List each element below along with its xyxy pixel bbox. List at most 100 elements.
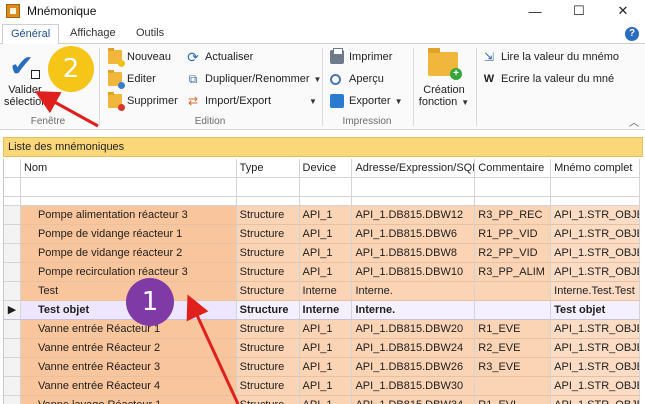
cell-nom[interactable]: Pompe recirculation réacteur 3 xyxy=(20,263,237,282)
maximize-button[interactable]: ☐ xyxy=(557,0,601,22)
ecrire-valeur-button[interactable]: W Ecrire la valeur du mné xyxy=(482,70,614,88)
row-indicator[interactable] xyxy=(4,263,21,282)
cell-adresse[interactable]: API_1.DB815.DBW24 xyxy=(352,339,476,358)
cell-nom[interactable]: Vanne entrée Réacteur 4 xyxy=(20,377,237,396)
cell-adresse[interactable]: API_1.DB815.DBW10 xyxy=(352,263,476,282)
cell-nom[interactable]: Pompe de vidange réacteur 2 xyxy=(20,244,237,263)
cell-device[interactable]: API_1 xyxy=(299,244,353,263)
cell-commentaire[interactable]: R1_EVL xyxy=(475,396,552,404)
cell-adresse[interactable]: API_1.DB815.DBW34 xyxy=(352,396,476,404)
table-row[interactable]: Vanne entrée Réacteur 4 Structure API_1 API… xyxy=(4,377,640,396)
cell-nom[interactable]: Pompe alimentation réacteur 3 xyxy=(20,206,237,225)
cell-device[interactable]: API_1 xyxy=(299,339,353,358)
cell-mnemo[interactable]: API_1.STR_OBJET xyxy=(551,244,640,263)
table-row[interactable]: Pompe alimentation réacteur 3 Structure AP… xyxy=(4,206,640,225)
cell-commentaire[interactable] xyxy=(475,301,552,320)
tab-affichage[interactable]: Affichage xyxy=(62,24,124,44)
apercu-button[interactable]: Aperçu xyxy=(330,70,384,88)
cell-device[interactable]: API_1 xyxy=(299,358,353,377)
cell-mnemo[interactable]: API_1.STR_OBJET xyxy=(551,320,640,339)
cell-device[interactable]: Interne xyxy=(299,301,353,320)
cell-mnemo[interactable]: API_1.STR_OBJET xyxy=(551,377,640,396)
filter-device-input[interactable] xyxy=(299,178,353,197)
cell-type[interactable]: Structure xyxy=(236,225,300,244)
cell-mnemo[interactable]: API_1.STR_OBJET xyxy=(551,225,640,244)
cell-device[interactable]: API_1 xyxy=(299,206,353,225)
cell-adresse[interactable]: API_1.DB815.DBW12 xyxy=(352,206,476,225)
dupliquer-renommer-button[interactable]: ⧉ Dupliquer/Renommer ▼ xyxy=(186,70,322,88)
cell-commentaire[interactable]: R1_EVE xyxy=(475,320,552,339)
supprimer-button[interactable]: Supprimer xyxy=(108,92,178,111)
cell-mnemo[interactable]: API_1.STR_OBJET xyxy=(551,206,640,225)
actualiser-button[interactable]: ⟳ Actualiser xyxy=(186,48,253,66)
table-row[interactable]: Vanne entrée Réacteur 1 Structure API_1 API… xyxy=(4,320,640,339)
collapse-ribbon-icon[interactable]: ︿ xyxy=(629,114,639,129)
cell-device[interactable]: API_1 xyxy=(299,225,353,244)
filter-type-input[interactable] xyxy=(236,178,300,197)
cell-type[interactable]: Structure xyxy=(236,244,300,263)
cell-device[interactable]: API_1 xyxy=(299,396,353,404)
table-row[interactable]: Vanne entrée Réacteur 2 Structure API_1 API… xyxy=(4,339,640,358)
imprimer-button[interactable]: Imprimer xyxy=(330,48,392,66)
cell-adresse[interactable]: Interne. xyxy=(352,301,476,320)
cell-type[interactable]: Structure xyxy=(236,282,300,301)
row-indicator[interactable] xyxy=(4,206,21,225)
cell-type[interactable]: Structure xyxy=(236,206,300,225)
row-indicator[interactable] xyxy=(4,244,21,263)
cell-commentaire[interactable]: R3_PP_REC xyxy=(475,206,552,225)
column-header-type[interactable]: Type xyxy=(236,159,300,178)
filter-adresse-input[interactable] xyxy=(352,178,476,197)
cell-adresse[interactable]: API_1.DB815.DBW30 xyxy=(352,377,476,396)
column-header-nom[interactable]: Nom xyxy=(20,159,237,178)
table-row[interactable]: Pompe recirculation réacteur 3 Structure A… xyxy=(4,263,640,282)
cell-commentaire[interactable] xyxy=(475,282,552,301)
cell-mnemo[interactable]: API_1.STR_OBJET xyxy=(551,396,640,404)
cell-mnemo[interactable]: API_1.STR_OBJET xyxy=(551,339,640,358)
cell-type[interactable]: Structure xyxy=(236,263,300,282)
cell-commentaire[interactable]: R3_PP_ALIM xyxy=(475,263,552,282)
cell-adresse[interactable]: API_1.DB815.DBW6 xyxy=(352,225,476,244)
column-header-mnemo[interactable]: Mnémo complet xyxy=(551,159,640,178)
row-indicator[interactable] xyxy=(4,282,21,301)
cell-commentaire[interactable]: R3_EVE xyxy=(475,358,552,377)
table-row-selected[interactable]: ▶ Test objet Structure Interne Interne. Test … xyxy=(4,301,640,320)
cell-adresse[interactable]: API_1.DB815.DBW8 xyxy=(352,244,476,263)
cell-type[interactable]: Structure xyxy=(236,339,300,358)
tab-outils[interactable]: Outils xyxy=(128,24,172,44)
cell-device[interactable]: API_1 xyxy=(299,263,353,282)
cell-commentaire[interactable]: R1_PP_VID xyxy=(475,225,552,244)
table-row[interactable]: Pompe de vidange réacteur 1 Structure API_… xyxy=(4,225,640,244)
cell-nom[interactable]: Vanne lavage Réacteur 1 xyxy=(20,396,237,404)
nouveau-button[interactable]: Nouveau xyxy=(108,48,171,67)
cell-type[interactable]: Structure xyxy=(236,301,300,320)
cell-adresse[interactable]: API_1.DB815.DBW20 xyxy=(352,320,476,339)
filter-commentaire-input[interactable] xyxy=(475,178,552,197)
cell-device[interactable]: API_1 xyxy=(299,377,353,396)
lire-valeur-button[interactable]: ⇲ Lire la valeur du mnémo xyxy=(482,48,619,66)
creation-fonction-button[interactable]: Création fonction ▼ xyxy=(416,84,472,109)
cell-type[interactable]: Structure xyxy=(236,320,300,339)
column-header-commentaire[interactable]: Commentaire xyxy=(475,159,552,178)
row-indicator[interactable] xyxy=(4,225,21,244)
cell-mnemo[interactable]: Test objet xyxy=(551,301,640,320)
column-header-device[interactable]: Device xyxy=(299,159,353,178)
minimize-button[interactable]: — xyxy=(513,0,557,22)
row-indicator[interactable] xyxy=(4,377,21,396)
cell-mnemo[interactable]: Interne.Test.Test xyxy=(551,282,640,301)
row-indicator[interactable]: ▶ xyxy=(4,301,21,320)
table-row[interactable]: Vanne entrée Réacteur 3 Structure API_1 API… xyxy=(4,358,640,377)
valider-selection-button[interactable]: Valider sélection xyxy=(4,84,47,108)
import-export-button[interactable]: ⇄ Import/Export ▼ xyxy=(186,92,317,110)
cell-type[interactable]: Structure xyxy=(236,396,300,404)
cell-adresse[interactable]: API_1.DB815.DBW26 xyxy=(352,358,476,377)
filter-nom-input[interactable] xyxy=(20,178,237,197)
filter-mnemo-input[interactable] xyxy=(551,178,640,197)
cell-mnemo[interactable]: API_1.STR_OBJET xyxy=(551,263,640,282)
cell-commentaire[interactable]: R2_EVE xyxy=(475,339,552,358)
tab-general[interactable]: Général xyxy=(2,24,60,45)
cell-device[interactable]: API_1 xyxy=(299,320,353,339)
editer-button[interactable]: Editer xyxy=(108,70,156,89)
cell-nom[interactable]: Vanne entrée Réacteur 1 xyxy=(20,320,237,339)
cell-nom[interactable]: Vanne entrée Réacteur 2 xyxy=(20,339,237,358)
cell-nom[interactable]: Pompe de vidange réacteur 1 xyxy=(20,225,237,244)
